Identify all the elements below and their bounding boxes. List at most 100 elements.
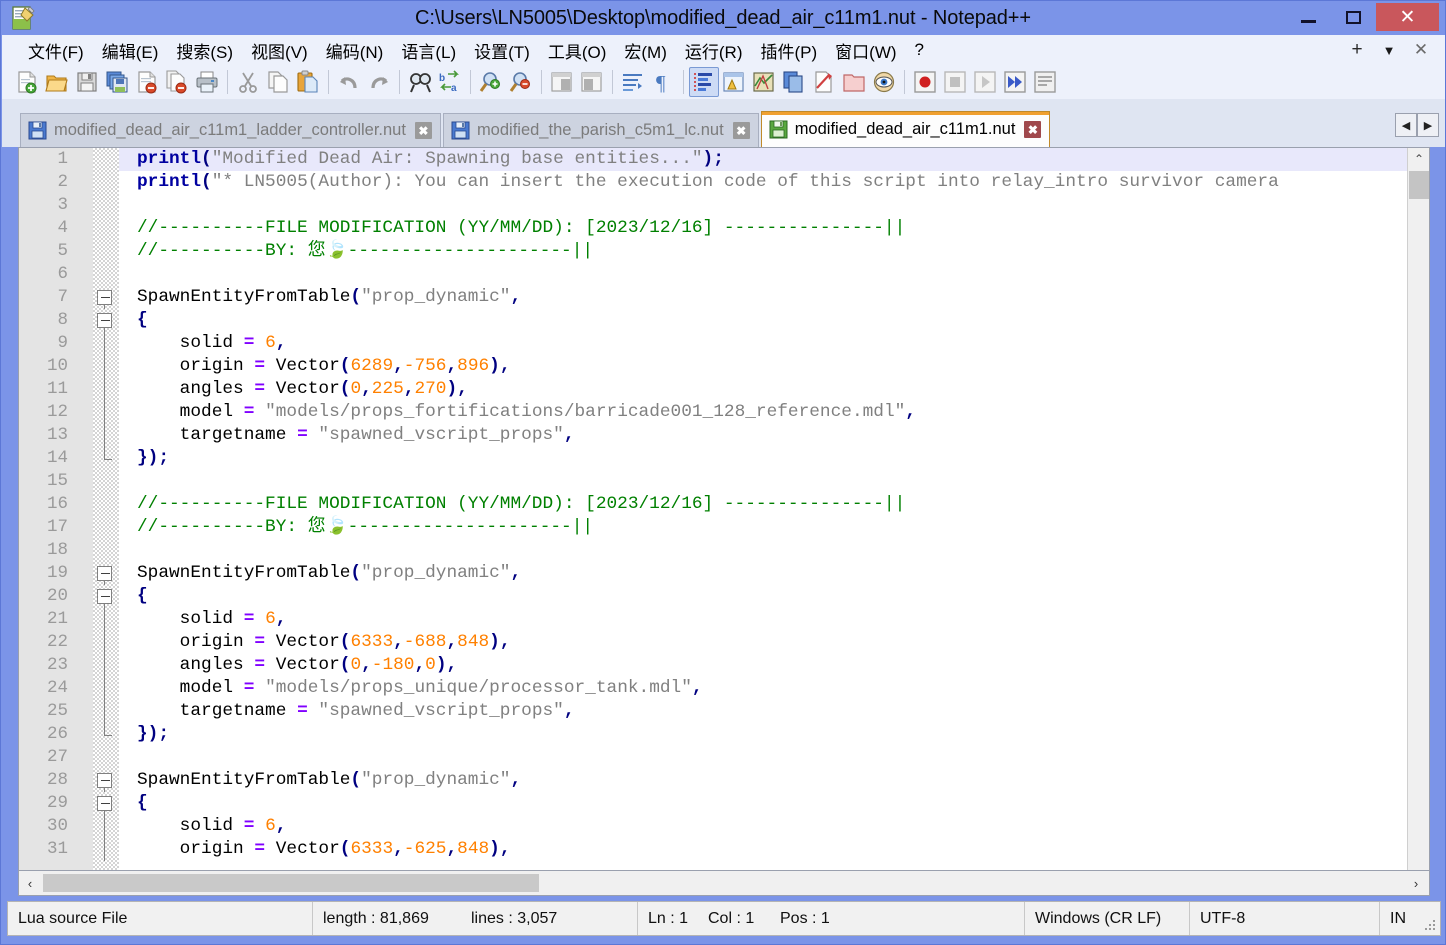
maximize-button[interactable] [1331, 3, 1376, 31]
tab-modified-the-parish-c5m1-lc[interactable]: modified_the_parish_c5m1_lc.nut ✖ [442, 113, 759, 147]
code-line[interactable]: }); [119, 723, 1429, 746]
code-line[interactable]: //----------FILE MODIFICATION (YY/MM/DD)… [119, 493, 1429, 516]
fold-toggle-icon[interactable] [97, 796, 112, 811]
code-line[interactable]: //----------BY: 您🍃---------------------|… [119, 516, 1429, 539]
code-line[interactable]: SpawnEntityFromTable("prop_dynamic", [119, 769, 1429, 792]
fold-margin[interactable] [93, 148, 119, 894]
tab-close-icon[interactable]: ✖ [732, 122, 750, 139]
code-line[interactable]: origin = Vector(6333,-625,848), [119, 838, 1429, 861]
function-list-icon[interactable] [779, 67, 809, 97]
code-line[interactable]: solid = 6, [119, 608, 1429, 631]
close-all-files-icon[interactable] [162, 67, 192, 97]
print-icon[interactable] [192, 67, 222, 97]
code-line[interactable]: printl("* LN5005(Author): You can insert… [119, 171, 1429, 194]
zoom-in-icon[interactable] [476, 67, 506, 97]
save-all-icon[interactable] [102, 67, 132, 97]
close-file-icon[interactable] [132, 67, 162, 97]
menu-tools[interactable]: 工具(O) [539, 36, 616, 65]
fold-toggle-icon[interactable] [97, 589, 112, 604]
code-line[interactable] [119, 470, 1429, 493]
tab-modified-dead-air-c11m1-ladder-controller[interactable]: modified_dead_air_c11m1_ladder_controlle… [20, 113, 441, 147]
close-button[interactable]: ✕ [1376, 3, 1439, 31]
undo-icon[interactable] [334, 67, 364, 97]
show-all-chars-icon[interactable]: ¶ [648, 67, 678, 97]
code-line[interactable]: SpawnEntityFromTable("prop_dynamic", [119, 562, 1429, 585]
code-line[interactable]: angles = Vector(0,225,270), [119, 378, 1429, 401]
menu-window[interactable]: 窗口(W) [826, 36, 905, 65]
code-line[interactable] [119, 263, 1429, 286]
code-line[interactable] [119, 746, 1429, 769]
code-line[interactable]: solid = 6, [119, 815, 1429, 838]
document-switcher-icon[interactable] [809, 67, 839, 97]
indent-guide-icon[interactable] [689, 67, 719, 97]
folder-workspace-icon[interactable] [839, 67, 869, 97]
run-macro-multiple-icon[interactable] [1000, 67, 1030, 97]
minimize-button[interactable] [1286, 3, 1331, 31]
code-line[interactable]: model = "models/props_unique/processor_t… [119, 677, 1429, 700]
find-icon[interactable] [405, 67, 435, 97]
code-line[interactable]: SpawnEntityFromTable("prop_dynamic", [119, 286, 1429, 309]
stop-macro-icon[interactable] [940, 67, 970, 97]
code-line[interactable]: targetname = "spawned_vscript_props", [119, 424, 1429, 447]
code-editor[interactable]: 1 2 3 4 5 6 7 8 9 10 11 12 13 14 15 16 17 18 19 20 21 22 23 24 2… [18, 147, 1430, 895]
menu-edit[interactable]: 编辑(E) [93, 36, 168, 65]
scroll-right-button[interactable]: › [1405, 871, 1427, 895]
tab-close-icon[interactable]: ✖ [414, 122, 432, 139]
menu-run[interactable]: 运行(R) [676, 36, 752, 65]
code-text-area[interactable]: printl("Modified Dead Air: Spawning base… [119, 148, 1429, 894]
code-line[interactable]: //----------BY: 您🍃---------------------|… [119, 240, 1429, 263]
code-line[interactable]: solid = 6, [119, 332, 1429, 355]
menu-file[interactable]: 文件(F) [19, 36, 93, 65]
replace-icon[interactable]: b a [435, 67, 465, 97]
menu-plugins[interactable]: 插件(P) [751, 36, 826, 65]
scrollbar-thumb[interactable] [43, 874, 539, 892]
copy-icon[interactable] [263, 67, 293, 97]
save-macro-icon[interactable] [1030, 67, 1060, 97]
tab-scroll-right-button[interactable]: ▶ [1417, 113, 1439, 137]
new-file-icon[interactable] [12, 67, 42, 97]
horizontal-scrollbar[interactable]: ‹ › [18, 870, 1430, 896]
zoom-out-icon[interactable] [506, 67, 536, 97]
record-macro-icon[interactable] [910, 67, 940, 97]
play-macro-icon[interactable] [970, 67, 1000, 97]
code-line[interactable]: { [119, 585, 1429, 608]
fold-toggle-icon[interactable] [97, 290, 112, 305]
code-line[interactable]: { [119, 792, 1429, 815]
fold-toggle-icon[interactable] [97, 566, 112, 581]
document-map-icon[interactable] [749, 67, 779, 97]
tab-close-icon[interactable]: ✖ [1024, 121, 1042, 138]
sync-horizontal-scroll-icon[interactable] [577, 67, 607, 97]
scroll-left-button[interactable]: ‹ [19, 871, 41, 895]
code-line[interactable]: }); [119, 447, 1429, 470]
fold-toggle-icon[interactable] [97, 313, 112, 328]
code-line[interactable]: model = "models/props_fortifications/bar… [119, 401, 1429, 424]
code-line[interactable] [119, 539, 1429, 562]
menu-encoding[interactable]: 编码(N) [317, 36, 393, 65]
paste-icon[interactable] [293, 67, 323, 97]
user-defined-dialog-icon[interactable] [719, 67, 749, 97]
fold-toggle-icon[interactable] [97, 773, 112, 788]
code-line[interactable]: targetname = "spawned_vscript_props", [119, 700, 1429, 723]
cut-icon[interactable] [233, 67, 263, 97]
menu-view[interactable]: 视图(V) [242, 36, 317, 65]
sync-vertical-scroll-icon[interactable] [547, 67, 577, 97]
status-encoding[interactable]: UTF-8 [1190, 902, 1380, 935]
code-line[interactable]: origin = Vector(6333,-688,848), [119, 631, 1429, 654]
code-line[interactable]: angles = Vector(0,-180,0), [119, 654, 1429, 677]
save-icon[interactable] [72, 67, 102, 97]
menu-macro[interactable]: 宏(M) [615, 36, 675, 65]
vertical-scrollbar[interactable]: ⌃ ⌄ [1407, 148, 1429, 894]
menu-search[interactable]: 搜索(S) [167, 36, 242, 65]
menu-close-button[interactable]: ✕ [1405, 35, 1437, 65]
resize-grip-icon[interactable] [1423, 918, 1437, 932]
bookmark-margin[interactable] [77, 148, 93, 894]
redo-icon[interactable] [364, 67, 394, 97]
tab-scroll-left-button[interactable]: ◀ [1395, 113, 1417, 137]
menu-dropdown-button[interactable]: ▼ [1373, 35, 1405, 65]
menu-settings[interactable]: 设置(T) [465, 36, 539, 65]
tab-modified-dead-air-c11m1[interactable]: modified_dead_air_c11m1.nut ✖ [760, 111, 1051, 147]
code-line[interactable]: origin = Vector(6289,-756,896), [119, 355, 1429, 378]
code-line[interactable]: //----------FILE MODIFICATION (YY/MM/DD)… [119, 217, 1429, 240]
menu-language[interactable]: 语言(L) [392, 36, 465, 65]
code-line[interactable] [119, 194, 1429, 217]
